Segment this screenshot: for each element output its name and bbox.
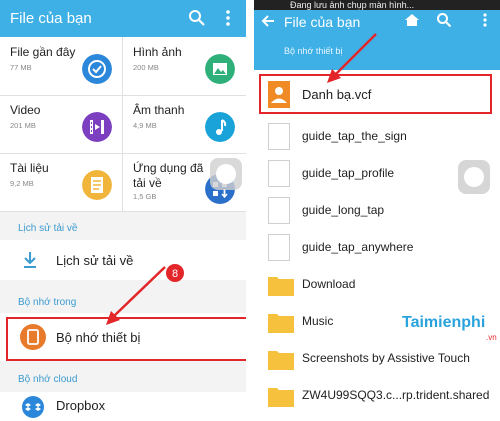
internal-storage-section-label: Bộ nhớ trong [18,297,77,308]
watermark-logo: Taimienphi [402,314,486,331]
category-name: Tài liệu [10,161,49,175]
folder-name: Download [302,277,356,291]
file-icon [268,197,290,224]
category-name: Ứng dụng đã [133,161,204,175]
folder-name: Music [302,314,334,328]
search-icon[interactable] [187,8,207,28]
category-size: 200 MB [133,63,159,72]
image-icon [205,54,235,84]
panel-separator [246,0,254,421]
category-size: 1,5 GB [133,192,157,201]
music-note-icon [205,112,235,142]
status-notification-text: Đang lưu ảnh chụp màn hình... [290,0,415,10]
assistive-touch-button[interactable] [458,160,490,194]
list-item[interactable]: ZW4U99SQQ3.c...rp.trident.shared [254,377,500,414]
file-name: guide_tap_the_sign [302,129,407,143]
download-icon [24,252,36,268]
file-icon [268,160,290,187]
category-name: Hình ảnh [133,45,182,59]
back-arrow-icon[interactable] [260,13,276,29]
more-options-icon[interactable] [478,12,492,28]
category-size: 201 MB [10,121,36,130]
app-title: File của bạn [10,10,92,27]
annotation-arrow [327,33,377,83]
status-bar: Đang lưu ảnh chụp màn hình... [254,0,500,10]
device-storage-screen: Đang lưu ảnh chụp màn hình... File của b… [254,0,500,421]
list-item[interactable]: guide_tap_anywhere [254,229,500,266]
assistive-touch-button[interactable] [210,158,242,190]
app-header: File của bạn [0,0,246,37]
category-video[interactable]: Video 201 MB [0,96,122,153]
more-options-icon[interactable] [218,8,238,28]
step-badge-number: 8 [172,268,178,280]
step-badge: 8 [166,264,184,282]
file-name: guide_tap_anywhere [302,240,414,254]
document-icon [82,170,112,200]
list-item[interactable]: Download [254,266,500,303]
clock-icon [82,54,112,84]
category-documents[interactable]: Tài liệu 9,2 MB [0,154,122,211]
cloud-storage-section-label: Bộ nhớ cloud [18,374,78,385]
file-manager-home-screen: File của bạn File gần đây 77 MB Hình ảnh… [0,0,246,421]
search-icon[interactable] [436,12,452,28]
dropbox-item[interactable]: Dropbox [0,392,246,421]
watermark-logo-suffix: .vn [486,333,497,342]
folder-icon [268,388,294,407]
home-icon[interactable] [404,12,420,28]
list-item[interactable]: Screenshots by Assistive Touch [254,340,500,377]
download-history-section-label: Lịch sử tải về [18,223,78,234]
category-size: 9,2 MB [10,179,34,188]
folder-name: ZW4U99SQQ3.c...rp.trident.shared [302,388,490,402]
dropbox-icon [22,396,44,418]
category-name: File gần đây [10,45,76,59]
file-name: guide_tap_profile [302,166,395,180]
grid-divider [0,211,246,212]
folder-name: Screenshots by Assistive Touch [302,351,470,365]
category-name: Video [10,103,41,117]
folder-icon [268,314,294,333]
dropbox-label: Dropbox [56,398,106,413]
list-item[interactable]: guide_tap_the_sign [254,118,500,155]
category-size: 77 MB [10,63,32,72]
category-name: Âm thanh [133,103,185,117]
folder-icon [268,351,294,370]
screenshot-composite: File của bạn File gần đây 77 MB Hình ảnh… [0,0,500,421]
file-name: guide_long_tap [302,203,385,217]
film-icon [82,112,112,142]
list-item[interactable]: guide_long_tap [254,192,500,229]
category-audio[interactable]: Âm thanh 4,9 MB [123,96,245,153]
app-title: File của bạn [284,14,361,30]
category-recent-files[interactable]: File gần đây 77 MB [0,38,122,95]
folder-icon [268,277,294,296]
category-images[interactable]: Hình ảnh 200 MB [123,38,245,95]
category-size: 4,9 MB [133,121,157,130]
category-name-line2: tải về [133,176,162,190]
file-icon [268,234,290,261]
file-icon [268,123,290,150]
